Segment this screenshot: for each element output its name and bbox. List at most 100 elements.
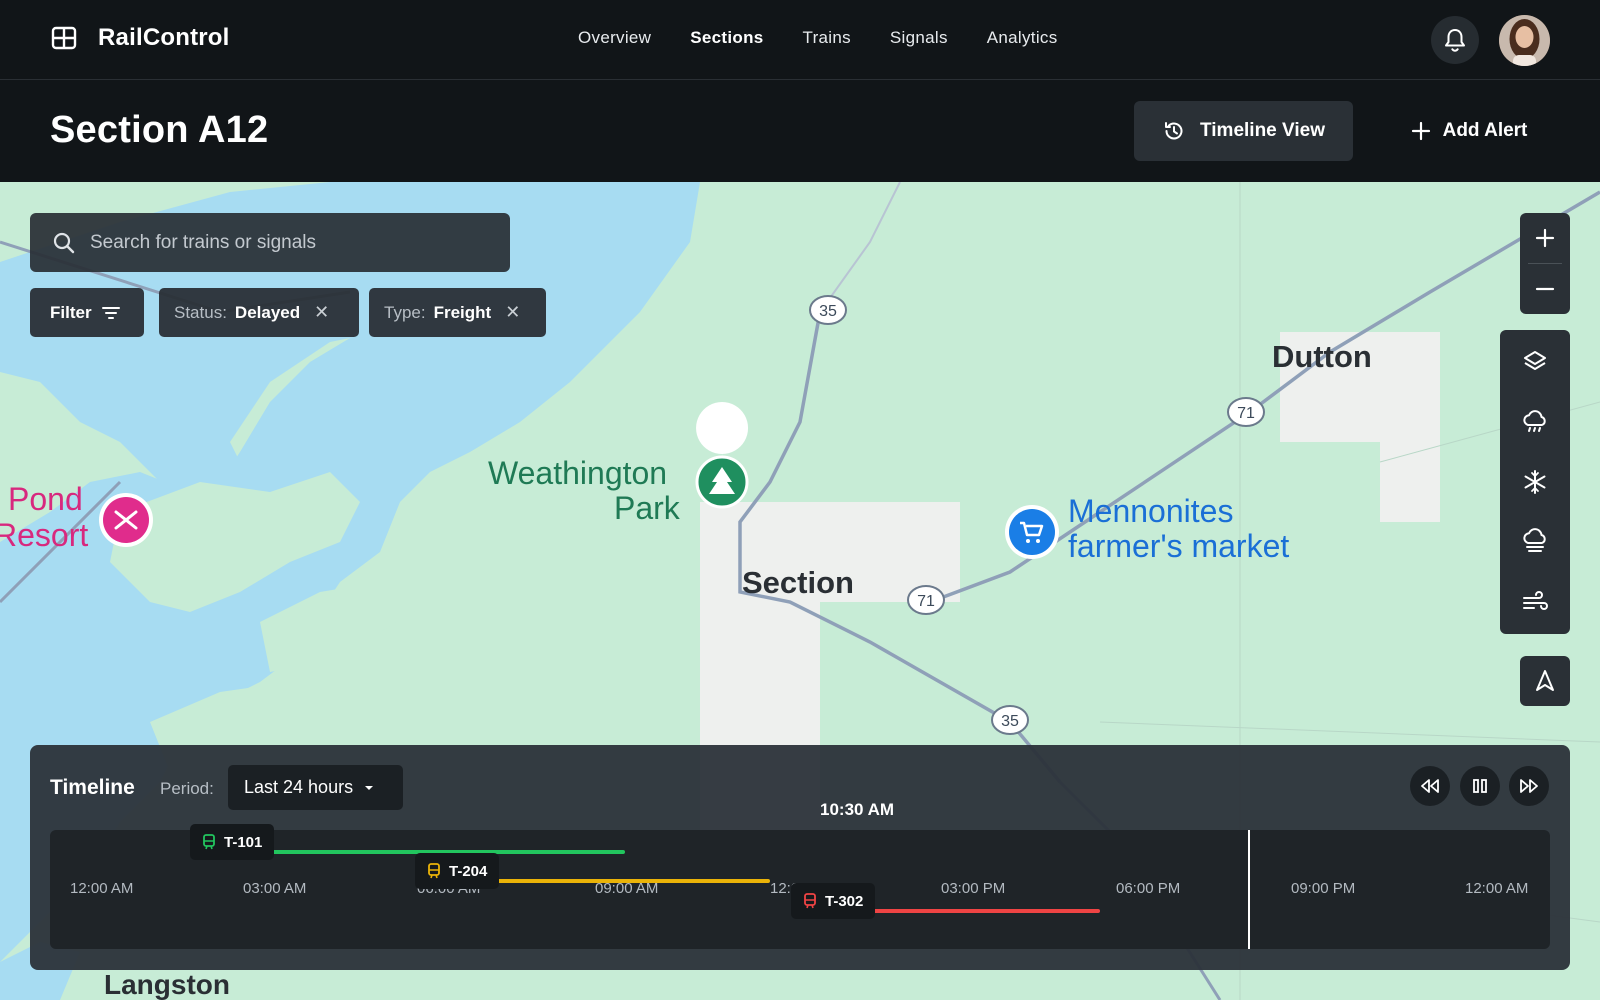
bell-icon [1445,29,1465,52]
page-title: Section A12 [50,109,269,151]
timeline-panel: Timeline Period: Last 24 hours 10:30 AM … [30,745,1570,970]
train-tag-t101[interactable]: T-101 [190,824,275,860]
resort-marker[interactable] [99,493,153,547]
main-nav: Overview Sections Trains Signals Analyti… [578,28,1058,48]
minus-icon [1535,287,1555,291]
pause-icon [1473,779,1487,793]
nav-analytics[interactable]: Analytics [987,28,1058,48]
map-label-park-1: Weathington [488,455,667,491]
layers-icon[interactable] [1519,346,1551,378]
grid-logo-icon [50,24,78,52]
zoom-controls [1520,213,1570,314]
filter-button[interactable]: Filter [30,288,144,337]
map-label-pond-2: Resort [0,517,88,553]
rain-icon[interactable] [1519,406,1551,438]
period-select[interactable]: Last 24 hours [228,765,403,810]
app-name: RailControl [98,24,230,51]
chip-value: Freight [433,302,492,322]
nav-sections[interactable]: Sections [690,28,763,48]
time-tick: 09:00 PM [1291,880,1356,897]
route-shield: 71 [1227,397,1265,427]
zoom-in-button[interactable] [1520,213,1570,263]
current-time-indicator[interactable] [1248,830,1250,949]
filter-chip-status[interactable]: Status: Delayed ✕ [159,288,359,337]
add-alert-button[interactable]: Add Alert [1394,101,1544,161]
brand[interactable]: RailControl [50,24,230,52]
map-label-market-1: Mennonites [1068,493,1233,529]
route-shield: 35 [809,295,847,325]
timeline-view-label: Timeline View [1200,120,1325,141]
filter-lines-icon [101,306,120,319]
nav-overview[interactable]: Overview [578,28,651,48]
fog-icon[interactable] [1519,526,1551,558]
train-icon [804,893,816,909]
chip-key: Type: [384,302,426,322]
fast-forward-button[interactable] [1509,766,1549,806]
chip-value: Delayed [234,302,301,322]
map-label-langston: Langston [104,969,230,1000]
nav-trains[interactable]: Trains [803,28,851,48]
time-tick: 03:00 AM [243,880,307,897]
search-input[interactable] [90,231,470,254]
time-tick: 03:00 PM [941,880,1006,897]
close-icon[interactable]: ✕ [314,302,329,323]
train-icon [203,834,215,850]
train-id: T-204 [449,862,488,880]
history-icon [1165,122,1183,140]
route-shield: 71 [907,585,945,615]
map-label-section: Section [742,565,854,600]
timeline-track[interactable]: 12:00 AM 03:00 AM 06:00 AM 09:00 AM 12:0… [50,824,1550,949]
filter-chip-type[interactable]: Type: Freight ✕ [369,288,546,337]
time-tick: 12:00 AM [1465,880,1529,897]
train-icon [428,863,440,879]
route-label: 35 [819,303,837,320]
map-layer-tools [1500,330,1570,634]
snow-icon[interactable] [1519,466,1551,498]
plus-icon [1535,228,1555,248]
search-icon [53,232,75,253]
route-shield: 35 [991,705,1029,735]
map-label-park-2: Park [614,490,681,526]
route-label: 71 [1237,405,1255,422]
train-tag-t204[interactable]: T-204 [415,853,500,889]
close-icon[interactable]: ✕ [505,302,520,323]
pause-button[interactable] [1460,766,1500,806]
train-id: T-101 [224,833,263,851]
wind-icon[interactable] [1519,586,1551,618]
map-label-dutton: Dutton [1272,339,1372,374]
zoom-out-button[interactable] [1520,264,1570,314]
notifications-button[interactable] [1431,16,1479,64]
top-nav-bar: RailControl Overview Sections Trains Sig… [0,0,1600,80]
park-marker[interactable] [695,402,749,514]
map-label-market-2: farmer's market [1068,528,1289,564]
train-bar-t204[interactable] [490,879,770,883]
train-bar-t302[interactable] [850,909,1100,913]
navigate-button[interactable] [1520,656,1570,706]
rewind-button[interactable] [1410,766,1450,806]
filter-label: Filter [50,302,92,322]
timeline-title: Timeline [50,776,135,799]
market-marker[interactable] [1005,505,1059,559]
chip-key: Status: [174,302,227,322]
route-label: 35 [1001,713,1019,730]
rewind-icon [1421,779,1439,793]
time-tick: 12:00 AM [70,880,134,897]
current-time: 10:30 AM [820,800,895,819]
search-bar[interactable] [30,213,510,272]
period-label: Period: [160,779,214,798]
route-label: 71 [917,593,935,610]
map-label-pond-1: Pond [8,481,83,517]
page-header: Section A12 Timeline View Add Alert [0,81,1600,182]
nav-signals[interactable]: Signals [890,28,948,48]
period-value: Last 24 hours [244,777,354,797]
time-tick: 06:00 PM [1116,880,1181,897]
fast-forward-icon [1520,779,1538,793]
timeline-view-button[interactable]: Timeline View [1134,101,1353,161]
avatar[interactable] [1499,15,1550,66]
train-id: T-302 [825,892,864,910]
navigation-arrow-icon [1536,670,1554,691]
train-tag-t302[interactable]: T-302 [791,883,876,919]
map-view[interactable]: 35 71 71 35 Dutton Weathington Park Menn… [0,182,1600,1000]
caret-down-icon [365,785,374,790]
add-alert-label: Add Alert [1442,120,1528,141]
